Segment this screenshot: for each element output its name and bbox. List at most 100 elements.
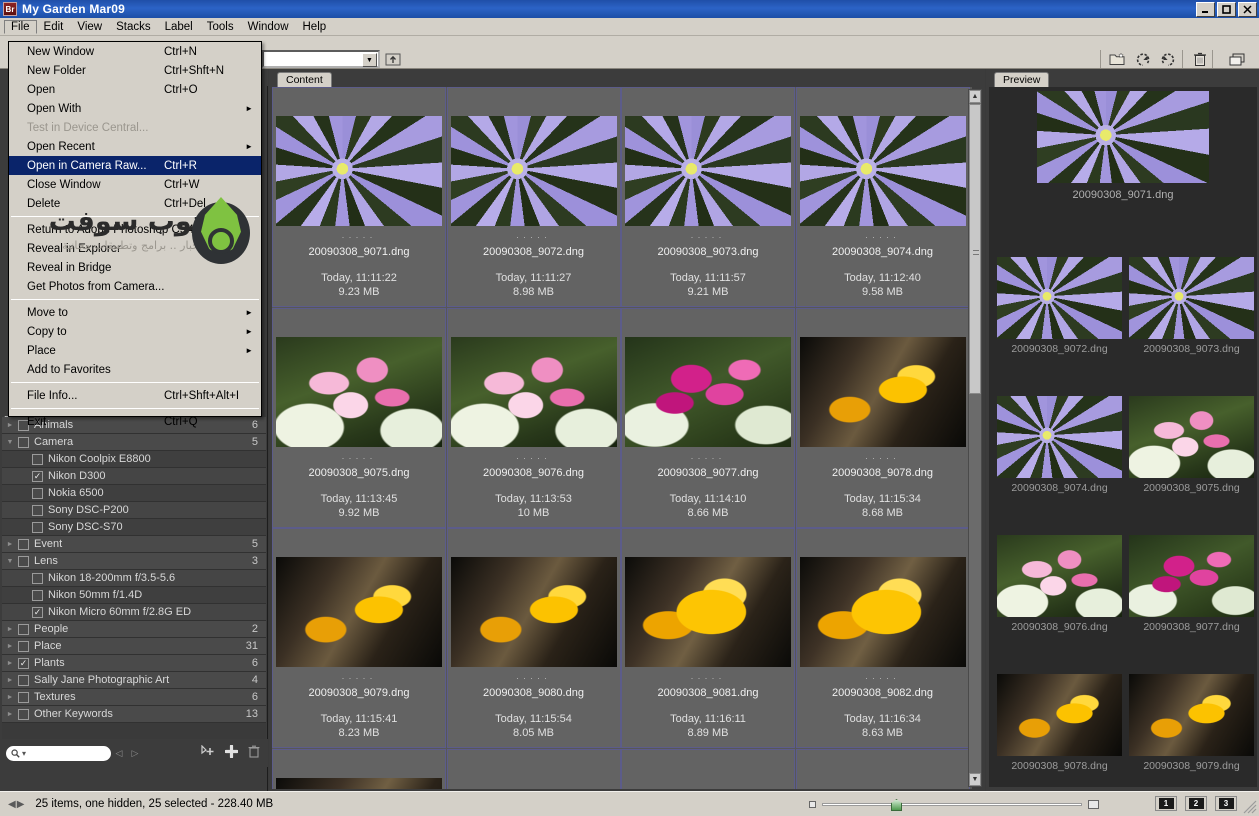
chevron-down-icon[interactable]: ▼ (2, 558, 18, 565)
keyword-checkbox[interactable] (32, 487, 43, 499)
file-menu-item[interactable]: Add to Favorites (9, 360, 261, 379)
keyword-search-input[interactable]: ▾ (6, 745, 111, 761)
keyword-row[interactable]: ✓ Nikon D300 (2, 468, 266, 485)
keyword-row[interactable]: Sony DSC-P200 (2, 502, 266, 519)
keyword-checkbox[interactable] (18, 640, 29, 652)
keyword-row[interactable]: Nokia 6500 (2, 485, 266, 502)
thumbnail-cell[interactable]: ····· 20090308_9075.dng Today, 11:13:45 9.9… (272, 307, 446, 528)
new-keyword-icon[interactable] (224, 744, 239, 761)
thumbnail-cell[interactable]: ····· 20090308_9074.dng Today, 11:12:40 9.5… (795, 87, 970, 307)
chevron-right-icon[interactable]: ► (2, 694, 18, 701)
rotate-counterclockwise-button[interactable] (1132, 49, 1154, 69)
thumbnail-cell[interactable]: ····· 20090308_9081.dng Today, 11:16:11 8.8… (621, 528, 795, 748)
new-folder-button[interactable] (1106, 49, 1128, 69)
file-menu-item[interactable]: Copy to ► (9, 322, 261, 341)
file-menu-item[interactable]: Move to ► (9, 303, 261, 322)
keyword-row[interactable]: ▼ Camera 5 (2, 434, 266, 451)
thumbnail-image[interactable] (276, 777, 442, 789)
chevron-down-icon[interactable]: ▼ (2, 439, 18, 446)
preview-thumbnail-cell[interactable]: 20090308_9072.dng (997, 257, 1122, 355)
keyword-checkbox[interactable] (18, 555, 29, 567)
switch-workspace-button[interactable] (1226, 49, 1248, 69)
keyword-row[interactable]: Sony DSC-S70 (2, 519, 266, 536)
view-mode-3-button[interactable]: 3 (1215, 796, 1237, 811)
chevron-right-icon[interactable]: ► (2, 660, 18, 667)
file-menu-item[interactable]: File Info... Ctrl+Shft+Alt+I (9, 386, 261, 405)
rating-dots-icon[interactable]: ····· (691, 674, 726, 683)
preview-thumbnail-image[interactable] (997, 674, 1122, 756)
thumbnail-cell[interactable]: ····· 20090308_9072.dng Today, 11:11:27 8.9… (446, 87, 621, 307)
scroll-down-icon[interactable]: ▼ (969, 773, 981, 786)
preview-thumbnail-cell[interactable]: 20090308_9078.dng (997, 674, 1122, 772)
preview-main-image[interactable] (1037, 91, 1209, 183)
thumbnail-image[interactable] (625, 336, 791, 447)
keyword-row[interactable]: ► Event 5 (2, 536, 266, 553)
rating-dots-icon[interactable]: ····· (516, 674, 551, 683)
status-nav-arrows-icon[interactable]: ◀▶ (8, 799, 25, 810)
rating-dots-icon[interactable]: ····· (342, 453, 377, 462)
scroll-up-icon[interactable]: ▲ (969, 90, 981, 103)
file-menu-item[interactable]: Place ► (9, 341, 261, 360)
keyword-checkbox[interactable]: ✓ (18, 657, 29, 669)
keyword-checkbox[interactable] (18, 708, 29, 720)
file-menu-item[interactable]: New Window Ctrl+N (9, 42, 261, 61)
file-menu-item[interactable]: Close Window Ctrl+W (9, 175, 261, 194)
tab-preview[interactable]: Preview (994, 72, 1050, 87)
thumbnail-image[interactable] (450, 116, 617, 226)
rating-dots-icon[interactable]: ····· (865, 453, 900, 462)
zoom-slider-knob[interactable] (891, 799, 902, 811)
keyword-row[interactable]: Nikon 18-200mm f/3.5-5.6 (2, 570, 266, 587)
preview-thumbnail-image[interactable] (1129, 674, 1254, 756)
keyword-checkbox[interactable] (18, 538, 29, 550)
keyword-checkbox[interactable] (18, 436, 29, 448)
thumbnail-cell[interactable]: ····· 20090308_9082.dng Today, 11:16:34 8.6… (795, 528, 970, 748)
keyword-checkbox[interactable] (32, 589, 43, 601)
keyword-row[interactable]: ► Place 31 (2, 638, 266, 655)
preview-thumbnail-cell[interactable]: 20090308_9075.dng (1129, 396, 1254, 494)
rating-dots-icon[interactable]: ····· (691, 453, 726, 462)
preview-thumbnail-cell[interactable]: 20090308_9076.dng (997, 535, 1122, 633)
keyword-row[interactable]: ► Textures 6 (2, 689, 266, 706)
rotate-clockwise-button[interactable] (1157, 49, 1179, 69)
file-menu-item[interactable]: Reveal in Explorer (9, 239, 261, 258)
window-resize-grip[interactable] (1243, 800, 1257, 814)
file-menu-item[interactable]: Open Ctrl+O (9, 80, 261, 99)
rating-dots-icon[interactable]: ····· (691, 233, 726, 242)
keyword-row[interactable]: ► ✓ Plants 6 (2, 655, 266, 672)
thumbnail-zoom-slider[interactable] (809, 797, 1099, 812)
keyword-checkbox[interactable] (32, 453, 43, 465)
preview-thumbnail-image[interactable] (1129, 396, 1254, 478)
keyword-list[interactable]: ► Animals 6 ▼ Camera 5 Nikon Coolpix E8800 ✓ Nik… (2, 417, 266, 762)
thumbnail-cell-partial[interactable] (272, 748, 446, 789)
preview-thumbnail-image[interactable] (997, 396, 1122, 478)
thumbnail-cell[interactable]: ····· 20090308_9079.dng Today, 11:15:41 8.2… (272, 528, 446, 748)
path-combobox[interactable]: ▼ (262, 50, 380, 68)
keyword-row[interactable]: ✓ Nikon Micro 60mm f/2.8G ED (2, 604, 266, 621)
menu-edit[interactable]: Edit (37, 20, 71, 34)
keyword-row[interactable]: Nikon 50mm f/1.4D (2, 587, 266, 604)
keyword-checkbox[interactable] (32, 504, 43, 516)
keyword-row[interactable]: Nikon Coolpix E8800 (2, 451, 266, 468)
keyword-row[interactable]: ▼ Lens 3 (2, 553, 266, 570)
thumbnail-image[interactable] (799, 336, 966, 447)
file-menu-item[interactable]: Open Recent ► (9, 137, 261, 156)
preview-thumbnail-image[interactable] (1129, 257, 1254, 339)
next-keyword-button[interactable]: ▷ (127, 748, 143, 759)
thumbnail-image[interactable] (450, 336, 617, 447)
preview-thumbnail-cell[interactable]: 20090308_9077.dng (1129, 535, 1254, 633)
thumbnail-image[interactable] (799, 116, 966, 226)
menu-view[interactable]: View (70, 20, 109, 34)
thumbnail-image[interactable] (276, 116, 442, 226)
keyword-row[interactable]: ► Other Keywords 13 (2, 706, 266, 723)
maximize-button[interactable] (1217, 2, 1236, 17)
keyword-checkbox[interactable] (32, 572, 43, 584)
keyword-row[interactable]: ► People 2 (2, 621, 266, 638)
thumbnail-cell[interactable]: ····· 20090308_9076.dng Today, 11:13:53 10 … (446, 307, 621, 528)
file-menu-item[interactable]: Get Photos from Camera... (9, 277, 261, 296)
zoom-in-icon[interactable] (1088, 800, 1099, 809)
keyword-checkbox[interactable] (18, 691, 29, 703)
zoom-slider-track[interactable] (822, 803, 1082, 806)
preview-thumbnail-image[interactable] (1129, 535, 1254, 617)
thumbnail-cell[interactable]: ····· 20090308_9071.dng Today, 11:11:22 9.2… (272, 87, 446, 307)
new-sub-keyword-icon[interactable] (201, 744, 215, 761)
